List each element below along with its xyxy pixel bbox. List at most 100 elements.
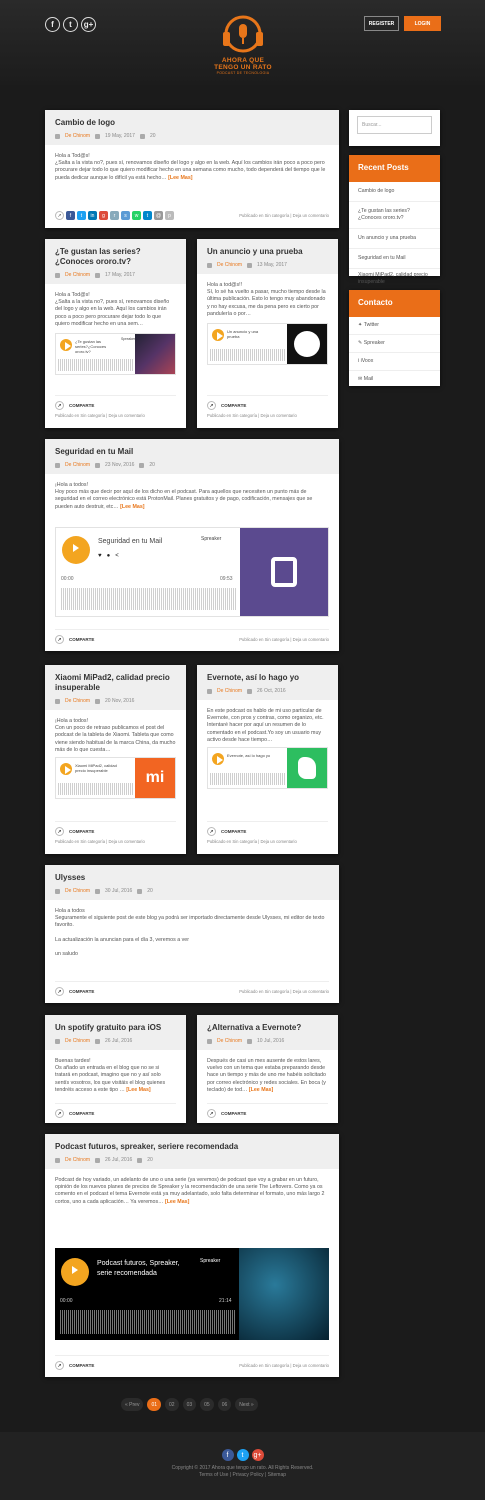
reddit-icon[interactable]: r <box>110 211 119 220</box>
play-icon[interactable] <box>61 1258 89 1286</box>
post-author[interactable]: De Chinom <box>65 272 90 278</box>
linkedin-icon[interactable]: in <box>88 211 97 220</box>
post-comments[interactable]: 20 <box>147 1157 153 1163</box>
share-label[interactable]: COMPARTE <box>69 829 94 834</box>
post-author[interactable]: De Chinom <box>65 698 90 704</box>
site-logo[interactable]: AHORA QUE TENGO UN RATO PODCAST DE TECNO… <box>212 12 274 75</box>
post-title[interactable]: Un spotify gratuito para iOS <box>55 1023 176 1033</box>
play-icon[interactable] <box>62 536 90 564</box>
post-comments[interactable]: 20 <box>149 462 155 468</box>
twitter-icon[interactable]: t <box>77 211 86 220</box>
post-title[interactable]: ¿Alternativa a Evernote? <box>207 1023 328 1033</box>
share-icon[interactable]: ↗ <box>207 827 216 836</box>
read-more-link[interactable]: [Lee Mas] <box>120 504 144 510</box>
register-button[interactable]: REGISTER <box>364 16 399 31</box>
post-title[interactable]: Podcast futuros, spreaker, seriere recom… <box>55 1142 329 1152</box>
play-icon[interactable] <box>60 763 72 775</box>
facebook-icon[interactable]: f <box>221 1449 234 1461</box>
page-button[interactable]: 01 <box>147 1398 162 1411</box>
post-author[interactable]: De Chinom <box>65 462 90 468</box>
read-more-link[interactable]: [Lee Mas] <box>126 1087 150 1093</box>
email-icon[interactable]: @ <box>154 211 163 220</box>
play-icon[interactable] <box>60 339 72 351</box>
share-label[interactable]: COMPARTE <box>69 637 94 642</box>
read-more-link[interactable]: [Lee Mas] <box>168 175 192 181</box>
facebook-icon[interactable]: f <box>45 17 60 32</box>
read-more-link[interactable]: [Lee Mas] <box>165 1199 189 1205</box>
share-icon[interactable]: ↗ <box>55 987 64 996</box>
waveform[interactable] <box>61 588 236 610</box>
next-page-button[interactable]: Next » <box>235 1398 258 1411</box>
play-icon[interactable] <box>212 329 224 341</box>
post-author[interactable]: De Chinom <box>65 888 90 894</box>
play-icon[interactable] <box>212 753 224 765</box>
share-label[interactable]: COMPARTE <box>69 1111 94 1116</box>
share-label[interactable]: COMPARTE <box>221 403 246 408</box>
recent-post-link[interactable]: ¿Te gustan las series?¿Conoces ororo.tv? <box>349 202 440 229</box>
post-categories[interactable]: Publicado en Sin categoría | Deja un com… <box>239 213 329 218</box>
post-title[interactable]: Un anuncio y una prueba <box>207 247 328 257</box>
post-title[interactable]: ¿Te gustan las series?¿Conoces ororo.tv? <box>55 247 176 267</box>
post-author[interactable]: De Chinom <box>217 262 242 268</box>
google-plus-icon[interactable]: g <box>99 211 108 220</box>
share-icon[interactable]: ↗ <box>207 1109 216 1118</box>
whatsapp-icon[interactable]: w <box>132 211 141 220</box>
post-categories[interactable]: Publicado en Sin categoría | Deja un com… <box>207 839 297 844</box>
post-categories[interactable]: Publicado en Sin categoría | Deja un com… <box>55 839 145 844</box>
post-author[interactable]: De Chinom <box>65 1157 90 1163</box>
contact-ivoox[interactable]: i iVoox <box>349 353 440 371</box>
twitter-icon[interactable]: t <box>63 17 78 32</box>
post-comments[interactable]: 20 <box>147 888 153 894</box>
share-icon[interactable]: ↗ <box>55 211 64 220</box>
post-author[interactable]: De Chinom <box>217 1038 242 1044</box>
share-icon[interactable]: ↗ <box>55 827 64 836</box>
contact-twitter[interactable]: ✦ Twitter <box>349 317 440 335</box>
post-author[interactable]: De Chinom <box>65 1038 90 1044</box>
post-author[interactable]: De Chinom <box>217 688 242 694</box>
post-categories[interactable]: Publicado en Sin categoría | Deja un com… <box>239 989 329 994</box>
share-label[interactable]: COMPARTE <box>69 989 94 994</box>
share-icon[interactable]: ↗ <box>55 1109 64 1118</box>
facebook-icon[interactable]: f <box>66 211 75 220</box>
share-label[interactable]: COMPARTE <box>221 1111 246 1116</box>
post-title[interactable]: Ulysses <box>55 873 329 883</box>
share-label[interactable]: COMPARTE <box>69 1363 94 1368</box>
search-input[interactable]: Buscar... <box>357 116 432 134</box>
skype-icon[interactable]: s <box>121 211 130 220</box>
twitter-icon[interactable]: t <box>236 1449 249 1461</box>
contact-mail[interactable]: ✉ Mail <box>349 371 440 388</box>
recent-post-link[interactable]: Un anuncio y una prueba <box>349 229 440 249</box>
recent-post-link[interactable]: Seguridad en tu Mail <box>349 249 440 269</box>
post-categories[interactable]: Publicado en Sin categoría | Deja un com… <box>239 637 329 642</box>
read-more-link[interactable]: [Lee Mas] <box>249 1087 273 1093</box>
post-categories[interactable]: Publicado en Sin categoría | Deja un com… <box>55 413 145 418</box>
post-comments[interactable]: 20 <box>150 133 156 139</box>
post-title[interactable]: Evernote, así lo hago yo <box>207 673 328 683</box>
post-author[interactable]: De Chinom <box>65 133 90 139</box>
prev-page-button[interactable]: « Prev <box>121 1398 144 1411</box>
page-button[interactable]: 03 <box>182 1398 197 1411</box>
share-label[interactable]: COMPARTE <box>69 403 94 408</box>
share-label[interactable]: COMPARTE <box>221 829 246 834</box>
post-categories[interactable]: Publicado en Sin categoría | Deja un com… <box>239 1363 329 1368</box>
share-icon[interactable]: ↗ <box>55 635 64 644</box>
google-plus-icon[interactable]: g+ <box>81 17 96 32</box>
print-icon[interactable]: p <box>165 211 174 220</box>
share-icon[interactable]: ↗ <box>55 1361 64 1370</box>
google-plus-icon[interactable]: g+ <box>251 1449 264 1461</box>
post-title[interactable]: Xiaomi MiPad2, calidad precio insuperabl… <box>55 673 176 693</box>
telegram-icon[interactable]: t <box>143 211 152 220</box>
contact-spreaker[interactable]: ✎ Spreaker <box>349 335 440 353</box>
share-icon[interactable]: ↗ <box>55 401 64 410</box>
waveform[interactable] <box>60 1310 235 1334</box>
footer-links[interactable]: Terms of Use | Privacy Policy | Sitemap <box>0 1472 485 1479</box>
post-title[interactable]: Seguridad en tu Mail <box>55 447 329 457</box>
post-title[interactable]: Cambio de logo <box>55 118 329 128</box>
post-categories[interactable]: Publicado en Sin categoría | Deja un com… <box>207 413 297 418</box>
login-button[interactable]: LOGIN <box>404 16 441 31</box>
page-button[interactable]: 06 <box>217 1398 232 1411</box>
page-button[interactable]: 02 <box>165 1398 179 1411</box>
player-actions[interactable]: ♥ ● < <box>98 553 119 559</box>
page-button[interactable]: 05 <box>200 1398 214 1411</box>
share-icon[interactable]: ↗ <box>207 401 216 410</box>
